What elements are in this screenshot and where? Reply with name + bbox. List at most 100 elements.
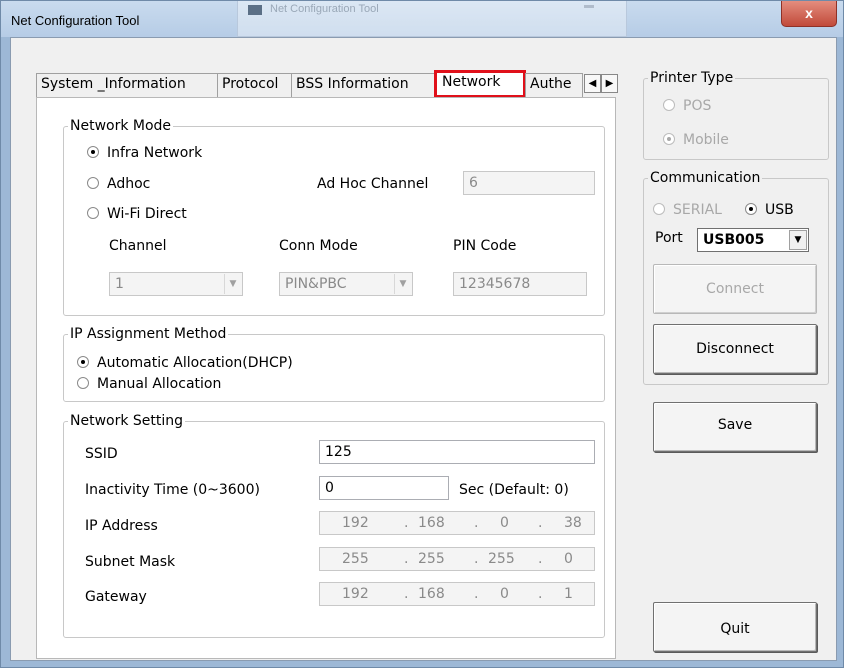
radio-label: USB (765, 202, 794, 218)
tab-protocol[interactable]: Protocol (217, 73, 292, 97)
radio-selected-icon (663, 133, 675, 145)
button-label: Disconnect (696, 341, 774, 357)
ghost-window-title: Net Configuration Tool (270, 3, 379, 15)
radio-label: Infra Network (107, 145, 203, 161)
button-label: Quit (720, 621, 750, 637)
save-button[interactable]: Save (653, 402, 817, 452)
radio-selected-icon (745, 203, 757, 215)
radio-label: Wi-Fi Direct (107, 206, 187, 222)
channel-label: Channel (109, 238, 167, 254)
radio-label: Manual Allocation (97, 376, 222, 392)
ip-octet: 255 (342, 551, 369, 567)
title-bar[interactable]: Net Configuration Tool Net Configuration… (1, 1, 843, 37)
tab-scroll-right-button[interactable]: ▶ (601, 74, 618, 93)
ip-octet: 168 (418, 586, 445, 602)
adhoc-radio[interactable]: Adhoc (87, 176, 150, 192)
button-label: Save (717, 417, 753, 433)
connect-button[interactable]: Connect (653, 264, 817, 314)
inactivity-time-label: Inactivity Time (0~3600) (85, 482, 260, 498)
tab-bss-information[interactable]: BSS Information (291, 73, 437, 97)
button-label: Connect (706, 281, 764, 297)
group-legend: Communication (650, 170, 761, 186)
mobile-radio[interactable]: Mobile (663, 132, 729, 148)
ip-dot: . (538, 551, 543, 567)
chevron-down-icon: ▼ (394, 274, 411, 294)
radio-icon (87, 177, 99, 189)
chevron-down-icon: ▼ (224, 274, 241, 294)
chevron-down-icon: ▼ (789, 230, 807, 250)
radio-icon (77, 377, 89, 389)
gateway-label: Gateway (85, 589, 147, 605)
usb-radio[interactable]: USB (745, 202, 794, 218)
ip-dot: . (538, 515, 543, 531)
subnet-mask-label: Subnet Mask (85, 554, 176, 570)
close-button[interactable]: x (781, 1, 837, 27)
radio-label: Adhoc (107, 176, 151, 192)
quit-button[interactable]: Quit (653, 602, 817, 652)
ip-dot: . (474, 551, 479, 567)
wifi-direct-radio[interactable]: Wi-Fi Direct (87, 206, 187, 222)
minimize-icon (584, 5, 594, 8)
radio-label: Automatic Allocation(DHCP) (97, 355, 293, 371)
ip-address-field[interactable]: 192 . 168 . 0 . 38 (319, 511, 595, 535)
window-title: Net Configuration Tool (11, 13, 140, 28)
ip-dot: . (538, 586, 543, 602)
radio-icon (663, 99, 675, 111)
tab-label: Network (442, 74, 501, 90)
tab-label: Protocol (222, 76, 279, 92)
ip-octet: 255 (418, 551, 445, 567)
tab-network[interactable]: Network (434, 70, 526, 98)
app-icon (248, 5, 262, 15)
serial-radio[interactable]: SERIAL (653, 202, 722, 218)
ip-dot: . (404, 515, 409, 531)
ip-octet: 1 (564, 586, 573, 602)
group-legend: Printer Type (650, 70, 734, 86)
radio-label: SERIAL (673, 202, 722, 218)
infra-network-radio[interactable]: Infra Network (87, 145, 202, 161)
ip-octet: 192 (342, 586, 369, 602)
tab-system-information[interactable]: System _Information (36, 73, 218, 97)
ip-octet: 0 (500, 515, 509, 531)
radio-selected-icon (77, 356, 89, 368)
adhoc-channel-field[interactable]: 6 (463, 171, 595, 195)
ip-octet: 192 (342, 515, 369, 531)
ip-octet: 168 (418, 515, 445, 531)
radio-selected-icon (87, 146, 99, 158)
select-value: 1 (115, 276, 124, 292)
ssid-field[interactable]: 125 (319, 440, 595, 464)
ip-octet: 38 (564, 515, 582, 531)
manual-allocation-radio[interactable]: Manual Allocation (77, 376, 221, 392)
pos-radio[interactable]: POS (663, 98, 711, 114)
pin-code-field[interactable]: 12345678 (453, 272, 587, 296)
conn-mode-select[interactable]: PIN&PBC ▼ (279, 272, 413, 296)
arrow-left-icon: ◀ (588, 78, 597, 89)
channel-select[interactable]: 1 ▼ (109, 272, 243, 296)
ip-dot: . (404, 586, 409, 602)
ip-dot: . (404, 551, 409, 567)
radio-icon (87, 207, 99, 219)
subnet-mask-field[interactable]: 255 . 255 . 255 . 0 (319, 547, 595, 571)
ip-octet: 0 (500, 586, 509, 602)
close-icon: x (805, 5, 813, 21)
gateway-field[interactable]: 192 . 168 . 0 . 1 (319, 582, 595, 606)
select-value: PIN&PBC (285, 276, 347, 292)
select-value: USB005 (703, 232, 765, 248)
automatic-allocation-radio[interactable]: Automatic Allocation(DHCP) (77, 355, 293, 371)
ip-dot: . (474, 586, 479, 602)
port-select[interactable]: USB005 ▼ (697, 228, 809, 252)
adhoc-channel-label: Ad Hoc Channel (317, 176, 429, 192)
tab-authentication[interactable]: Authe (525, 73, 583, 97)
inactivity-time-field[interactable]: 0 (319, 476, 449, 500)
network-tab-page: Network Mode Infra Network Adhoc Wi-Fi D… (36, 97, 616, 659)
ip-octet: 0 (564, 551, 573, 567)
pin-code-label: PIN Code (453, 238, 517, 254)
arrow-right-icon: ▶ (605, 78, 614, 89)
client-area: System _Information Protocol BSS Informa… (10, 37, 837, 661)
group-legend: Network Mode (70, 118, 172, 134)
disconnect-button[interactable]: Disconnect (653, 324, 817, 374)
port-label: Port (655, 230, 683, 246)
radio-icon (653, 203, 665, 215)
tab-scroll-left-button[interactable]: ◀ (584, 74, 601, 93)
inactivity-time-default-hint: Sec (Default: 0) (459, 482, 569, 498)
tab-label: System _Information (41, 76, 186, 92)
